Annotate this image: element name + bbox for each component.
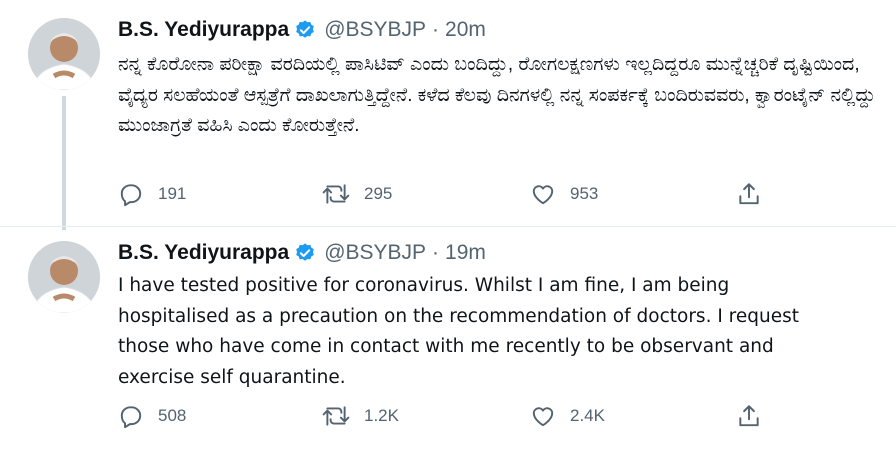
avatar[interactable] [28, 18, 100, 90]
retweet-icon [322, 184, 350, 204]
retweet-button[interactable]: 295 [322, 178, 392, 210]
verified-badge-icon [294, 19, 316, 41]
like-icon [532, 185, 554, 205]
author-name[interactable]: B.S. Yediyurappa [118, 241, 289, 265]
like-count: 953 [570, 184, 599, 203]
verified-badge-icon [294, 242, 316, 264]
share-icon [739, 405, 759, 427]
reply-button[interactable]: 191 [118, 178, 186, 210]
retweet-icon [322, 406, 350, 426]
tweet-actions: 508 1.2K 2.4K [118, 400, 778, 432]
share-button[interactable] [736, 400, 762, 432]
author-handle[interactable]: @BSYBJP [324, 18, 426, 42]
tweet-header: B.S. Yediyurappa @BSYBJP · 20m [118, 14, 486, 46]
avatar[interactable] [28, 241, 100, 313]
tweet[interactable]: B.S. Yediyurappa @BSYBJP · 20m ನನ್ನ ಕೊರೋ… [0, 0, 896, 230]
like-button[interactable]: 953 [530, 178, 598, 210]
share-button[interactable] [736, 178, 762, 210]
reply-count: 191 [158, 184, 187, 203]
retweet-count: 1.2K [364, 406, 399, 425]
reply-count: 508 [158, 406, 187, 425]
tweet-actions: 191 295 953 [118, 178, 778, 210]
retweet-button[interactable]: 1.2K [322, 400, 399, 432]
like-count: 2.4K [570, 406, 605, 425]
reply-icon [120, 184, 142, 207]
separator-dot: · [432, 18, 440, 41]
share-icon [739, 183, 759, 205]
tweet[interactable]: B.S. Yediyurappa @BSYBJP · 19m I have te… [0, 226, 896, 451]
tweet-timestamp[interactable]: 20m [445, 18, 486, 42]
reply-button[interactable]: 508 [118, 400, 186, 432]
like-button[interactable]: 2.4K [530, 400, 605, 432]
tweet-text: ನನ್ನ ಕೊರೋನಾ ಪರೀಕ್ಷಾ ವರದಿಯಲ್ಲಿ ಪಾಸಿಟಿವ್ ಎ… [118, 54, 876, 136]
author-handle[interactable]: @BSYBJP [324, 241, 426, 265]
tweet-header: B.S. Yediyurappa @BSYBJP · 19m [118, 237, 486, 269]
like-icon [532, 407, 554, 427]
separator-dot: · [432, 241, 440, 264]
tweet-timestamp[interactable]: 19m [445, 241, 486, 265]
author-name[interactable]: B.S. Yediyurappa [118, 18, 289, 42]
reply-icon [120, 406, 142, 429]
thread-line [62, 96, 66, 230]
retweet-count: 295 [364, 184, 393, 203]
tweet-text: I have tested positive for coronavirus. … [118, 275, 799, 388]
